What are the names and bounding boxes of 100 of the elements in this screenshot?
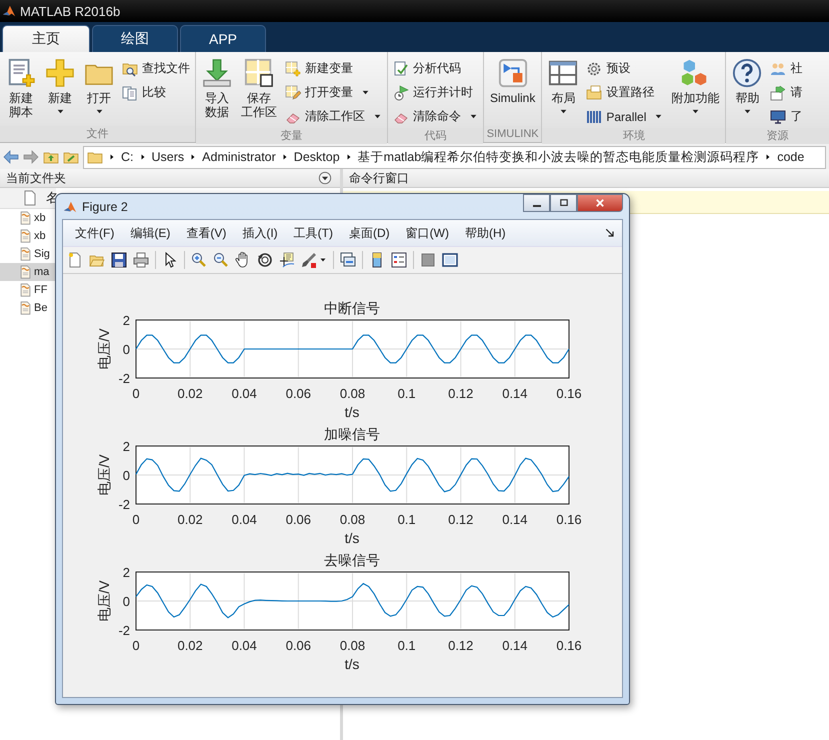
menu-item[interactable]: 查看(V) [178, 224, 234, 242]
toolstrip-button[interactable]: 社 [767, 57, 806, 80]
file-row[interactable]: Be [0, 299, 55, 317]
ribbon-tab[interactable]: 主页 [2, 25, 90, 52]
square-icon[interactable] [420, 252, 436, 268]
toolstrip-button[interactable]: 比较 [119, 81, 193, 104]
breadcrumb[interactable]: code [777, 150, 804, 164]
toolstrip-button[interactable]: Parallel [583, 105, 666, 128]
menu-item[interactable]: 文件(F) [67, 224, 122, 242]
save-icon[interactable] [111, 252, 127, 268]
file-row[interactable]: xb [0, 227, 55, 245]
forward-arrow-icon[interactable] [23, 149, 39, 165]
monitor-icon [770, 108, 786, 124]
dropdown-icon[interactable] [318, 171, 332, 185]
toolstrip-button[interactable]: 附加功能 [667, 56, 724, 118]
zoom-in-icon[interactable] [191, 252, 207, 268]
toolstrip-button[interactable]: 保存 工作区 [237, 56, 281, 121]
link-icon[interactable] [340, 252, 356, 268]
menu-item[interactable]: 窗口(W) [398, 224, 457, 242]
tick-label: -2 [118, 497, 130, 512]
toolstrip-button[interactable]: 设置路径 [583, 81, 666, 104]
toolstrip-button[interactable]: 预设 [583, 57, 666, 80]
toolstrip-button[interactable]: 清除命令 [390, 105, 481, 128]
tick-label: 0.1 [398, 638, 416, 653]
toolstrip-button[interactable]: 导入 数据 [198, 56, 236, 121]
dock-arrow-icon[interactable] [604, 227, 616, 239]
toolstrip-button[interactable]: 新建 脚本 [2, 56, 40, 121]
function-file-icon [20, 247, 31, 261]
breadcrumb[interactable]: C: [121, 150, 134, 164]
window-icon[interactable] [442, 252, 458, 268]
grid-pencil-icon [285, 84, 301, 100]
minimize-button[interactable] [523, 194, 550, 212]
printer-icon[interactable] [133, 252, 149, 268]
data-cursor-icon[interactable] [279, 252, 295, 268]
caret-icon [742, 107, 752, 116]
breadcrumb[interactable]: Users [152, 150, 184, 164]
file-row[interactable]: ma [0, 263, 55, 281]
toolstrip-button[interactable]: 查找文件 [119, 57, 193, 80]
file-name: FF [34, 284, 48, 296]
brush-icon[interactable] [301, 252, 317, 268]
caret-icon [373, 112, 382, 121]
address-field[interactable]: C: Users Administrator Desktop 基于matlab编程希尔伯特变换和小波去噪的暂态电能质量检测源码程序 code [83, 146, 826, 168]
maximize-button[interactable] [550, 194, 577, 212]
panel-title: 命令行窗口 [349, 170, 410, 186]
tick-label: 2 [122, 313, 130, 328]
tick-label: -2 [118, 623, 130, 638]
rotate-icon[interactable] [257, 252, 273, 268]
caret-icon [690, 107, 700, 116]
zoom-out-icon[interactable] [213, 252, 229, 268]
caret-icon[interactable] [319, 256, 327, 264]
breadcrumb[interactable]: Administrator [202, 150, 276, 164]
section-label: 代码 [388, 128, 483, 144]
chevron-icon [138, 153, 146, 161]
tick-label: 0.06 [286, 386, 312, 401]
file-row[interactable]: xb [0, 209, 55, 227]
function-file-icon [20, 265, 31, 279]
menu-item[interactable]: 工具(T) [286, 224, 341, 242]
toolstrip-button[interactable]: 新建变量 [282, 57, 385, 80]
toolstrip-button[interactable]: 分析代码 [390, 57, 481, 80]
toolstrip-button[interactable]: 清除工作区 [282, 105, 385, 128]
function-file-icon [20, 301, 31, 315]
tick-label: 0.08 [340, 386, 366, 401]
toolstrip-button[interactable]: 请 [767, 81, 806, 104]
toolstrip-button[interactable]: 打开变量 [282, 81, 385, 104]
minimize-icon [532, 205, 540, 207]
tick-label: 0.14 [502, 386, 528, 401]
tick-label: 0.06 [286, 512, 312, 527]
back-arrow-icon[interactable] [3, 149, 19, 165]
window-title: MATLAB R2016b [20, 4, 120, 18]
toolstrip-button[interactable]: 了 [767, 105, 806, 128]
file-name: Sig [34, 248, 50, 260]
tick-label: 0.04 [232, 638, 257, 653]
toolstrip-button[interactable]: 运行并计时 [390, 81, 481, 104]
legend-icon[interactable] [391, 252, 407, 268]
ribbon-tab[interactable]: 绘图 [92, 25, 178, 52]
breadcrumb[interactable]: Desktop [294, 150, 340, 164]
grid-plus-icon [285, 60, 301, 76]
close-button[interactable] [577, 194, 623, 212]
breadcrumb[interactable]: 基于matlab编程希尔伯特变换和小波去噪的暂态电能质量检测源码程序 [358, 148, 760, 166]
tick-label: 0 [122, 342, 130, 357]
toolstrip-button[interactable]: 布局 [544, 56, 582, 118]
menu-item[interactable]: 帮助(H) [456, 224, 514, 242]
file-row[interactable]: FF [0, 281, 55, 299]
new-file-icon[interactable] [67, 252, 83, 268]
toolstrip-button[interactable]: 新建 [41, 56, 79, 118]
tick-label: 0.04 [232, 512, 257, 527]
tick-label: 0.02 [177, 386, 203, 401]
menu-item[interactable]: 编辑(E) [122, 224, 178, 242]
menu-item[interactable]: 插入(I) [234, 224, 286, 242]
ribbon-tab[interactable]: APP [180, 25, 266, 52]
file-row[interactable]: Sig [0, 245, 55, 263]
menu-item[interactable]: 桌面(D) [340, 224, 398, 242]
axis-label: t/s [344, 404, 360, 420]
toolstrip-button[interactable]: Simulink [486, 56, 540, 107]
toolstrip-button[interactable]: 帮助 [728, 56, 766, 118]
toolstrip-button[interactable]: 打开 [80, 56, 118, 118]
file-name: xb [34, 230, 46, 242]
chart-title: 中断信号 [324, 300, 380, 316]
download-arrow-icon [202, 58, 232, 88]
tick-label: 0.1 [398, 512, 416, 527]
